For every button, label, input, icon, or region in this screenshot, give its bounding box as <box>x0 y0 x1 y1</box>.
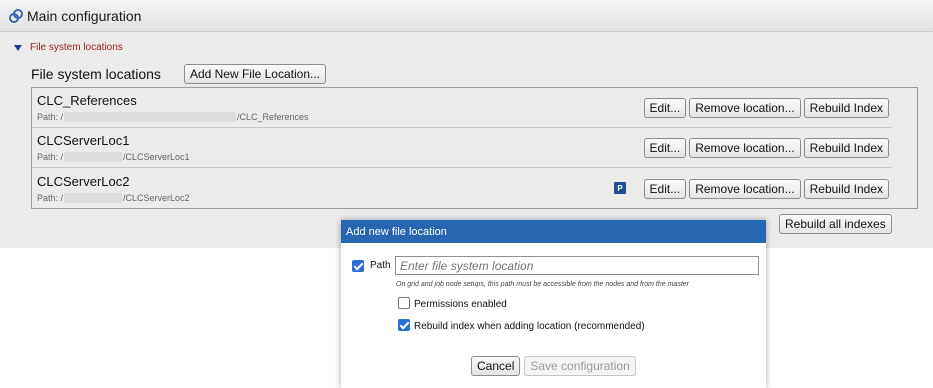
edit-button[interactable]: Edit... <box>643 179 687 199</box>
triangle-down-icon <box>14 44 22 51</box>
location-name: CLCServerLoc1 <box>37 133 130 148</box>
dialog-title: Add new file location <box>341 220 766 243</box>
rebuild-index-button[interactable]: Rebuild Index <box>803 179 889 199</box>
location-path: Path: / /CLCServerLoc2 <box>37 193 190 203</box>
link-icon <box>9 8 23 23</box>
location-path: Path: / /CLCServerLoc1 <box>37 152 190 162</box>
section-toggle-label: File system locations <box>30 42 123 53</box>
edit-button[interactable]: Edit... <box>643 98 687 118</box>
path-prefix: Path: / <box>37 112 64 122</box>
cancel-button[interactable]: Cancel <box>471 356 521 376</box>
fs-header: File system locations Add New File Locat… <box>31 64 327 84</box>
location-list: CLC_References Path: / /CLC_References C… <box>31 87 918 209</box>
path-prefix: Path: / <box>37 193 64 203</box>
path-checkbox[interactable] <box>352 260 364 272</box>
permissions-label: Permissions enabled <box>414 299 507 310</box>
remove-location-button[interactable]: Remove location... <box>689 98 801 118</box>
remove-location-button[interactable]: Remove location... <box>689 138 801 158</box>
path-suffix: /CLC_References <box>237 112 309 122</box>
location-name: CLC_References <box>37 93 137 108</box>
rebuild-index-checkbox[interactable] <box>398 319 410 331</box>
row-actions: Edit... Remove location... Rebuild Index <box>643 98 889 118</box>
rebuild-index-label: Rebuild index when adding location (reco… <box>414 321 645 332</box>
rebuild-index-button[interactable]: Rebuild Index <box>803 138 889 158</box>
rebuild-all-indexes-button[interactable]: Rebuild all indexes <box>779 214 892 234</box>
edit-button[interactable]: Edit... <box>643 138 687 158</box>
location-path: Path: / /CLC_References <box>37 112 309 122</box>
redacted-path <box>64 193 123 203</box>
path-hint: On grid and job node setups, this path m… <box>396 281 689 288</box>
remove-location-button[interactable]: Remove location... <box>689 179 801 199</box>
titlebar: Main configuration <box>0 0 933 32</box>
row-actions: Edit... Remove location... Rebuild Index <box>643 138 889 158</box>
path-prefix: Path: / <box>37 152 64 162</box>
page-title: Main configuration <box>27 7 142 24</box>
redacted-path <box>64 152 123 162</box>
path-suffix: /CLCServerLoc2 <box>123 193 190 203</box>
rebuild-index-button[interactable]: Rebuild Index <box>803 98 889 118</box>
path-suffix: /CLCServerLoc1 <box>123 152 190 162</box>
location-name: CLCServerLoc2 <box>37 174 130 189</box>
permissions-checkbox[interactable] <box>398 297 410 309</box>
redacted-path <box>64 112 237 122</box>
section-toggle-fs[interactable]: File system locations <box>14 42 123 53</box>
p-badge-icon: P <box>614 182 626 194</box>
path-input[interactable] <box>395 256 759 275</box>
add-file-location-button[interactable]: Add New File Location... <box>183 64 327 84</box>
save-configuration-button[interactable]: Save configuration <box>524 356 636 376</box>
fs-heading: File system locations <box>31 66 161 82</box>
path-label: Path <box>370 260 391 271</box>
row-actions: Edit... Remove location... Rebuild Index <box>643 179 889 199</box>
dialog-buttons: Cancel Save configuration <box>471 356 636 376</box>
add-location-dialog: Add new file location Path On grid and j… <box>341 220 766 388</box>
